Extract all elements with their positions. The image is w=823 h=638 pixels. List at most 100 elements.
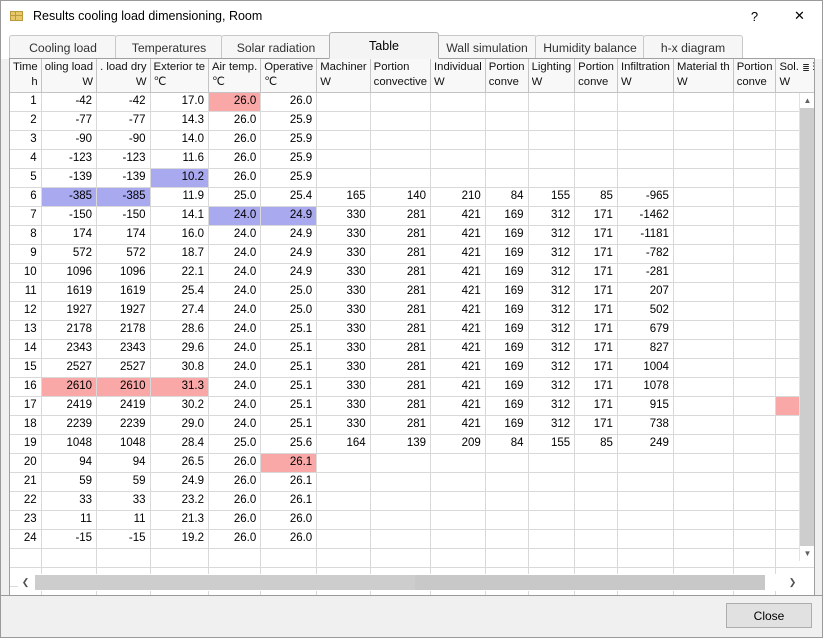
table-cell[interactable]: 25.1 — [260, 377, 318, 397]
table-cell[interactable] — [485, 111, 529, 131]
table-cell[interactable] — [430, 510, 486, 530]
row-index-cell[interactable]: 5 — [10, 168, 42, 188]
table-cell[interactable]: 312 — [528, 339, 576, 359]
row-index-cell[interactable]: 16 — [10, 377, 42, 397]
row-index-cell[interactable]: 13 — [10, 320, 42, 340]
table-cell[interactable]: 11.6 — [150, 149, 210, 169]
table-cell[interactable] — [316, 491, 371, 511]
table-cell[interactable]: 169 — [485, 225, 529, 245]
table-cell[interactable] — [733, 244, 777, 264]
table-cell[interactable]: 26.0 — [208, 92, 262, 112]
table-row[interactable]: 14 2343 2343 29.6 24.0 25.1 330 281 421 169 312 171… — [10, 339, 814, 359]
table-cell[interactable]: 210 — [430, 187, 486, 207]
table-cell[interactable]: 84 — [485, 187, 529, 207]
table-cell[interactable] — [733, 111, 777, 131]
vertical-scrollbar[interactable]: ▲ ▼ — [799, 93, 814, 561]
table-cell[interactable]: 2610 — [41, 377, 98, 397]
table-cell[interactable]: 26.0 — [208, 149, 262, 169]
vertical-scroll-thumb[interactable] — [800, 108, 814, 546]
table-cell[interactable] — [370, 453, 432, 473]
table-cell[interactable]: -90 — [96, 130, 151, 150]
table-cell[interactable]: 421 — [430, 263, 486, 283]
table-cell[interactable]: 24.0 — [208, 339, 262, 359]
table-cell[interactable]: 738 — [617, 415, 674, 435]
table-cell[interactable] — [316, 510, 371, 530]
table-cell[interactable]: 24.0 — [208, 244, 262, 264]
table-cell[interactable]: 2527 — [41, 358, 98, 378]
table-cell[interactable] — [673, 339, 734, 359]
table-cell[interactable] — [733, 130, 777, 150]
table-cell[interactable] — [528, 453, 576, 473]
table-cell[interactable]: 24.0 — [208, 320, 262, 340]
row-index-cell[interactable]: 12 — [10, 301, 42, 321]
table-cell[interactable] — [673, 396, 734, 416]
table-cell[interactable] — [673, 472, 734, 492]
table-cell[interactable] — [370, 149, 432, 169]
table-cell[interactable]: 24.0 — [208, 263, 262, 283]
table-cell[interactable]: 33 — [96, 491, 151, 511]
table-cell[interactable]: 33 — [41, 491, 98, 511]
table-cell[interactable]: 281 — [370, 396, 432, 416]
table-cell[interactable] — [574, 111, 618, 131]
table-cell[interactable]: 1619 — [41, 282, 98, 302]
table-cell[interactable]: 2527 — [96, 358, 151, 378]
table-cell[interactable]: 169 — [485, 263, 529, 283]
table-cell[interactable]: 827 — [617, 339, 674, 359]
table-row[interactable]: 7 -150 -150 14.1 24.0 24.9 330 281 421 169 312 171-… — [10, 206, 814, 226]
table-cell[interactable]: 28.4 — [150, 434, 210, 454]
table-cell[interactable] — [617, 92, 674, 112]
table-row[interactable]: 18 2239 2239 29.0 24.0 25.1 330 281 421 169 312 171… — [10, 415, 814, 435]
chevron-down-icon[interactable]: ▼ — [800, 546, 814, 561]
table-cell[interactable]: 330 — [316, 244, 371, 264]
table-cell[interactable] — [673, 149, 734, 169]
table-cell[interactable]: 25.1 — [260, 320, 318, 340]
table-cell[interactable]: 25.0 — [208, 434, 262, 454]
table-cell[interactable]: 421 — [430, 206, 486, 226]
table-cell[interactable]: 312 — [528, 396, 576, 416]
table-row[interactable]: 23 11 11 21.3 26.0 26.0 — [10, 510, 814, 530]
table-row[interactable]: 2 -77 -77 14.3 26.0 25.9 — [10, 111, 814, 131]
table-cell[interactable]: 281 — [370, 206, 432, 226]
table-cell[interactable]: 281 — [370, 415, 432, 435]
table-cell[interactable]: 26.1 — [260, 491, 318, 511]
table-cell[interactable]: 25.4 — [260, 187, 318, 207]
table-cell[interactable] — [733, 434, 777, 454]
table-cell[interactable] — [617, 491, 674, 511]
table-cell[interactable]: 14.3 — [150, 111, 210, 131]
table-cell[interactable] — [733, 358, 777, 378]
table-cell[interactable] — [673, 92, 734, 112]
table-cell[interactable] — [316, 453, 371, 473]
table-cell[interactable]: 26.0 — [260, 510, 318, 530]
table-cell[interactable]: -90 — [41, 130, 98, 150]
table-cell[interactable]: 25.9 — [260, 111, 318, 131]
table-cell[interactable] — [733, 263, 777, 283]
table-cell[interactable]: -1181 — [617, 225, 674, 245]
table-cell[interactable]: 26.0 — [208, 130, 262, 150]
row-index-cell[interactable]: 21 — [10, 472, 42, 492]
table-cell[interactable]: -150 — [41, 206, 98, 226]
table-cell[interactable]: 155 — [528, 434, 576, 454]
table-cell[interactable] — [733, 339, 777, 359]
table-cell[interactable]: 572 — [41, 244, 98, 264]
table-cell[interactable]: 2178 — [41, 320, 98, 340]
row-index-cell[interactable]: 23 — [10, 510, 42, 530]
table-cell[interactable]: 27.4 — [150, 301, 210, 321]
table-cell[interactable] — [430, 111, 486, 131]
table-cell[interactable] — [485, 92, 529, 112]
table-cell[interactable]: 25.0 — [260, 301, 318, 321]
table-cell[interactable]: 421 — [430, 358, 486, 378]
tab-temperatures[interactable]: Temperatures — [115, 35, 223, 59]
table-cell[interactable]: 209 — [430, 434, 486, 454]
table-cell[interactable]: 24.0 — [208, 225, 262, 245]
row-index-cell[interactable]: 17 — [10, 396, 42, 416]
table-cell[interactable]: 169 — [485, 339, 529, 359]
table-cell[interactable]: 169 — [485, 282, 529, 302]
row-index-cell[interactable]: 15 — [10, 358, 42, 378]
table-cell[interactable]: 421 — [430, 244, 486, 264]
table-cell[interactable] — [617, 111, 674, 131]
table-cell[interactable] — [574, 472, 618, 492]
table-cell[interactable]: 330 — [316, 301, 371, 321]
table-cell[interactable]: 1096 — [96, 263, 151, 283]
row-index-cell[interactable]: 20 — [10, 453, 42, 473]
help-button[interactable]: ? — [732, 1, 777, 31]
